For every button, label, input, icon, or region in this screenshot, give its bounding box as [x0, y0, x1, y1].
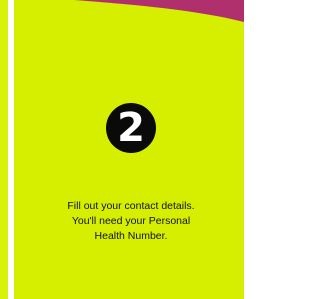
page: 2 Fill out your contact details. You'll … — [0, 0, 244, 299]
instruction-line-1: Fill out your contact details. — [67, 200, 195, 212]
step-number: 2 — [117, 105, 145, 151]
instruction-line-3: Health Number. — [94, 230, 168, 242]
wave-shape — [74, 0, 244, 22]
decorative-wave — [74, 0, 244, 22]
instruction-line-2: You'll need your Personal — [71, 215, 191, 227]
step-instruction: Fill out your contact details. You'll ne… — [24, 199, 238, 244]
previous-card-edge — [0, 0, 8, 299]
step-number-badge: 2 — [106, 103, 156, 153]
step-card: 2 Fill out your contact details. You'll … — [14, 0, 244, 299]
